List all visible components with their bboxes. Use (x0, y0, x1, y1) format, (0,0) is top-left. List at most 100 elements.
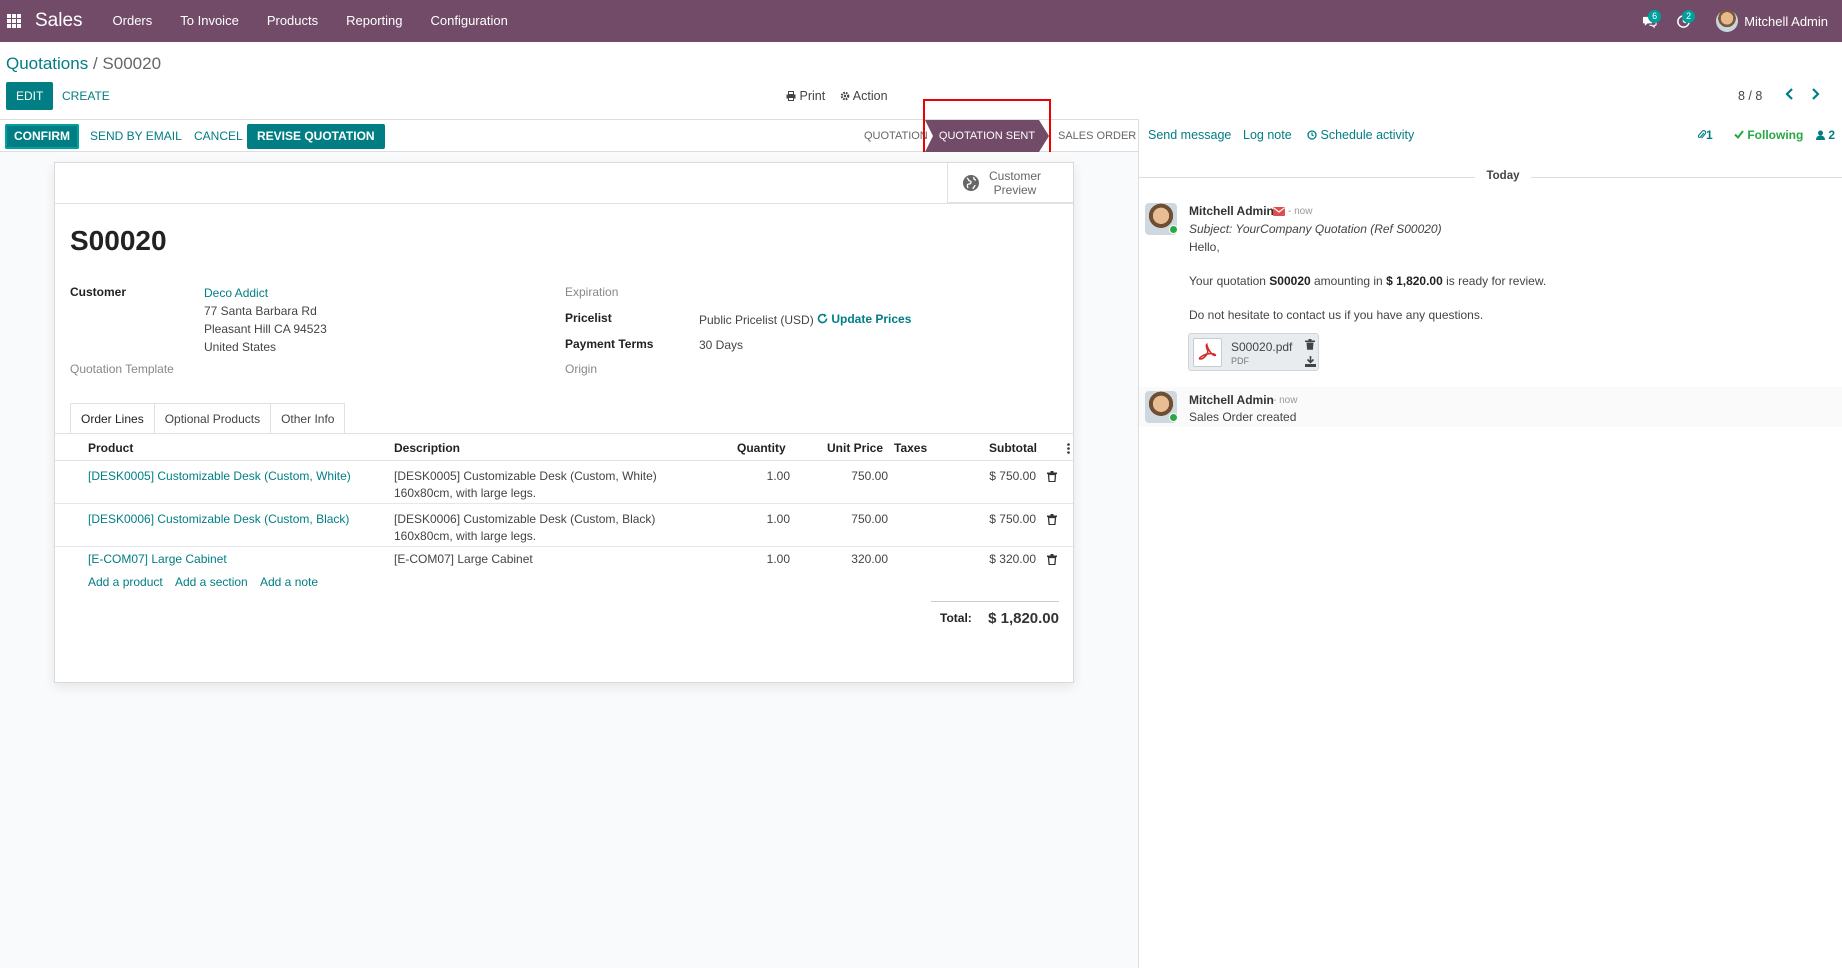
message-subject: Subject: YourCompany Quotation (Ref S000… (1189, 222, 1442, 236)
download-icon[interactable] (1305, 356, 1316, 367)
trash-icon[interactable] (1305, 339, 1315, 350)
tab-other-info[interactable]: Other Info (271, 403, 346, 434)
activities-button[interactable]: 2 (1666, 0, 1700, 42)
menu-configuration[interactable]: Configuration (417, 0, 522, 42)
line-product[interactable]: [DESK0006] Customizable Desk (Custom, Bl… (88, 511, 349, 528)
total-separator (931, 601, 1059, 602)
breadcrumb-quotations[interactable]: Quotations (6, 54, 88, 73)
user-menu[interactable]: Mitchell Admin (1716, 10, 1828, 32)
update-prices-button[interactable]: Update Prices (817, 312, 911, 326)
column-options-icon[interactable] (1067, 443, 1070, 454)
message-body-mid: amounting in (1310, 274, 1387, 288)
col-quantity[interactable]: Quantity (737, 441, 786, 455)
line-subtotal: $ 320.00 (989, 552, 1036, 566)
trash-icon (1047, 554, 1057, 566)
apps-menu-icon[interactable] (0, 0, 28, 42)
message-closing: Do not hesitate to contact us if you hav… (1189, 308, 1484, 322)
add-section-link[interactable]: Add a section (175, 575, 248, 589)
line-product[interactable]: [DESK0005] Customizable Desk (Custom, Wh… (88, 468, 351, 485)
action-button[interactable]: Action (840, 89, 888, 103)
col-subtotal[interactable]: Subtotal (989, 441, 1037, 455)
table-row[interactable]: [DESK0005] Customizable Desk (Custom, Wh… (55, 461, 1073, 504)
tab-order-lines[interactable]: Order Lines (70, 403, 155, 434)
stage-sales-order[interactable]: SALES ORDER (1058, 130, 1136, 142)
print-label: Print (799, 89, 826, 103)
delete-line-button[interactable] (1047, 471, 1057, 483)
col-description[interactable]: Description (394, 441, 460, 455)
cancel-button[interactable]: CANCEL (184, 124, 253, 149)
log-note-button[interactable]: Log note (1243, 128, 1292, 142)
print-button[interactable]: Print (786, 89, 825, 103)
table-row[interactable]: [DESK0006] Customizable Desk (Custom, Bl… (55, 504, 1073, 547)
form-sheet: Customer Preview S00020 Customer Deco Add… (54, 162, 1074, 683)
table-row[interactable]: [E-COM07] Large Cabinet [E-COM07] Large … (55, 547, 1073, 570)
message-body: Sales Order created (1189, 410, 1297, 424)
line-description[interactable]: [DESK0005] Customizable Desk (Custom, Wh… (394, 468, 657, 485)
followers-button[interactable]: 2 (1816, 128, 1835, 142)
stage-quotation-sent[interactable]: QUOTATION SENT (925, 120, 1049, 152)
following-button[interactable]: Following (1734, 128, 1803, 142)
pager-next-button[interactable] (1807, 85, 1823, 103)
printer-icon (786, 91, 796, 101)
app-name[interactable]: Sales (35, 10, 83, 32)
message-body-amount: $ 1,820.00 (1386, 274, 1443, 288)
menu-products[interactable]: Products (253, 0, 332, 42)
message-author[interactable]: Mitchell Admin (1189, 393, 1274, 407)
followers-count: 2 (1828, 128, 1836, 142)
breadcrumb: Quotations / S00020 (6, 54, 161, 74)
attachments-count: 1 (1706, 128, 1713, 142)
line-unit-price[interactable]: 750.00 (825, 511, 888, 528)
message-body-prefix: Your quotation (1189, 274, 1270, 288)
menu-reporting[interactable]: Reporting (332, 0, 416, 42)
line-quantity[interactable]: 1.00 (735, 511, 790, 528)
customer-preview-line2: Preview (993, 182, 1037, 197)
confirm-button[interactable]: CONFIRM (5, 124, 79, 149)
action-label: Action (852, 89, 888, 103)
create-button[interactable]: CREATE (52, 82, 120, 110)
pager-previous-button[interactable] (1782, 85, 1798, 103)
customer-preview-button[interactable]: Customer Preview (947, 163, 1073, 203)
add-product-link[interactable]: Add a product (88, 575, 163, 589)
attachments-button[interactable]: 1 (1697, 128, 1713, 142)
stage-quotation[interactable]: QUOTATION (864, 130, 928, 142)
col-product[interactable]: Product (88, 441, 133, 455)
message-author[interactable]: Mitchell Admin (1189, 204, 1274, 218)
record-title: S00020 (70, 225, 167, 256)
line-quantity[interactable]: 1.00 (735, 468, 790, 485)
tab-optional-products[interactable]: Optional Products (154, 403, 272, 434)
pricelist-field[interactable]: Public Pricelist (USD) (699, 313, 814, 327)
revise-quotation-button[interactable]: REVISE QUOTATION (247, 124, 385, 149)
schedule-activity-button[interactable]: Schedule activity (1307, 128, 1414, 142)
menu-to-invoice[interactable]: To Invoice (166, 0, 253, 42)
globe-icon (963, 174, 979, 191)
col-taxes[interactable]: Taxes (894, 441, 927, 455)
line-product[interactable]: [E-COM07] Large Cabinet (88, 551, 227, 568)
line-unit-price[interactable]: 320.00 (825, 551, 888, 568)
delete-line-button[interactable] (1047, 514, 1057, 526)
line-description[interactable]: [DESK0006] Customizable Desk (Custom, Bl… (394, 511, 655, 528)
line-description-2: 160x80cm, with large legs. (394, 486, 537, 500)
send-message-button[interactable]: Send message (1148, 128, 1231, 142)
attachment-card[interactable]: S00020.pdf PDF (1188, 333, 1319, 371)
line-description[interactable]: [E-COM07] Large Cabinet (394, 551, 533, 568)
edit-button[interactable]: EDIT (6, 82, 54, 110)
customer-field[interactable]: Deco Addict (204, 286, 268, 300)
user-avatar (1716, 10, 1739, 32)
menu-orders[interactable]: Orders (99, 0, 167, 42)
customer-address-line2: Pleasant Hill CA 94523 (204, 322, 327, 336)
payment-terms-field[interactable]: 30 Days (699, 338, 743, 352)
messages-button[interactable]: 6 (1632, 0, 1666, 42)
customer-address-line1: 77 Santa Barbara Rd (204, 304, 317, 318)
line-unit-price[interactable]: 750.00 (825, 468, 888, 485)
col-unit-price[interactable]: Unit Price (827, 441, 883, 455)
trash-icon (1047, 514, 1057, 526)
date-line-right (1531, 177, 1842, 178)
line-description-2: 160x80cm, with large legs. (394, 529, 537, 543)
line-quantity[interactable]: 1.00 (735, 551, 790, 568)
add-note-link[interactable]: Add a note (260, 575, 318, 589)
send-by-email-button[interactable]: SEND BY EMAIL (80, 124, 192, 149)
breadcrumb-separator: / (88, 54, 103, 73)
delete-line-button[interactable] (1047, 554, 1057, 566)
customer-address-line3: United States (204, 340, 277, 354)
pager-value[interactable]: 8 / 8 (1738, 89, 1762, 103)
